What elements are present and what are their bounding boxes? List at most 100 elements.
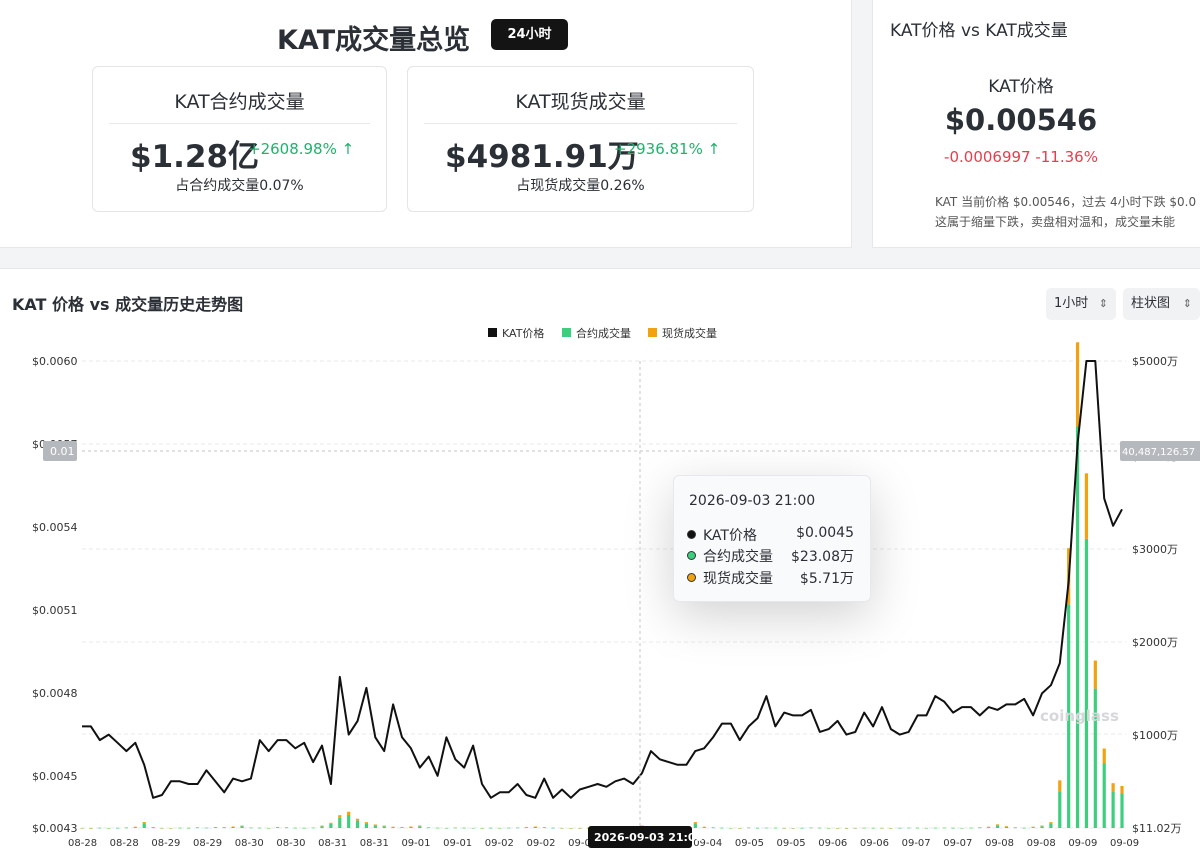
futures-share: 占合约成交量0.07% (175, 178, 304, 194)
tooltip-series-value: $0.0045 (796, 525, 854, 541)
spot-volume-bar (347, 811, 351, 815)
tooltip-series-name: 现货成交量 (703, 571, 773, 587)
futures-volume-bar (773, 827, 777, 829)
x-tick-label: 08-28 (68, 838, 97, 849)
futures-volume-bar (489, 828, 493, 829)
overview-title: KAT成交量总览 (277, 25, 471, 56)
futures-change-value: +2608.98% (248, 140, 337, 158)
futures-volume-bar (524, 827, 529, 828)
price-volume-chart[interactable]: $0.0060$0.0057$0.0054$0.0051$0.0048$0.00… (0, 269, 1200, 855)
spot-volume-bar (1058, 780, 1062, 792)
futures-volume-bar (382, 826, 386, 828)
futures-volume-bar (195, 827, 200, 829)
futures-volume-bar (204, 827, 209, 829)
x-tick-label: 08-30 (276, 838, 305, 849)
futures-volume-bar (151, 827, 155, 828)
futures-volume-bar (115, 828, 120, 829)
futures-volume-bar (329, 823, 333, 828)
price-panel-heading: KAT价格 vs KAT成交量 (890, 21, 1068, 41)
futures-volume-bar (702, 827, 706, 828)
x-tick-label: 08-31 (360, 838, 389, 849)
legend-swatch (562, 328, 571, 337)
futures-volume-bar (915, 827, 920, 829)
futures-volume-bar (951, 828, 955, 829)
x-tick-label: 08-31 (318, 838, 347, 849)
futures-volume-bar (311, 827, 315, 829)
x-tick-label: 09-08 (1027, 838, 1056, 849)
futures-volume-value: $1.28亿 (130, 139, 260, 175)
y-left-tick-label: $0.0043 (32, 822, 78, 835)
futures-volume-bar (1040, 826, 1044, 828)
x-tick-label: 09-06 (860, 838, 889, 849)
futures-volume-bar (551, 827, 555, 829)
futures-volume-bar (409, 826, 413, 828)
spot-volume-value: $4981.91万 (445, 139, 639, 175)
spot-volume-bar (382, 825, 386, 827)
chart-title: KAT 价格 vs 成交量历史走势图 (12, 295, 244, 314)
futures-volume-bar (1058, 791, 1062, 828)
futures-volume-bar (284, 827, 289, 829)
x-tick-label: 09-02 (485, 838, 514, 849)
dot-icon (687, 573, 696, 582)
y-right-tick-label: $2000万 (1132, 636, 1178, 649)
tooltip-series-name: 合约成交量 (703, 549, 773, 565)
chart-type-select[interactable]: 柱状图 ⇕ (1123, 288, 1200, 320)
spot-volume-bar (1040, 825, 1044, 827)
legend-swatch (648, 328, 657, 337)
volume-overview-panel: KAT成交量总览 24小时 KAT合约成交量 $1.28亿 +2608.98% … (0, 0, 852, 248)
futures-volume-bar (507, 827, 511, 829)
futures-volume-bar (1031, 827, 1035, 828)
futures-volume-bar (435, 827, 440, 829)
futures-volume-bar (1013, 827, 1017, 829)
futures-card-title: KAT合约成交量 (174, 91, 305, 113)
y-right-tick-label: $3000万 (1132, 543, 1178, 556)
interval-select[interactable]: 1小时 ⇕ (1046, 288, 1116, 320)
tooltip-row-futures: 合约成交量 $23.08万 (687, 546, 854, 566)
futures-volume-bar (995, 825, 1000, 828)
tooltip-series-value: $5.71万 (799, 571, 854, 587)
futures-volume-bar (533, 826, 537, 828)
chevron-updown-icon: ⇕ (1098, 297, 1108, 310)
crosshair-x-label: 2026-09-03 21:00 (594, 831, 704, 844)
futures-volume-bar (1111, 791, 1115, 828)
tooltip-series-name: KAT价格 (703, 528, 757, 544)
futures-volume-bar (427, 827, 431, 829)
y-right-tick-label: $1000万 (1132, 729, 1178, 742)
x-tick-label: 09-01 (401, 838, 430, 849)
x-tick-label: 09-01 (443, 838, 472, 849)
futures-volume-bar (320, 826, 324, 828)
legend-label: 合约成交量 (576, 326, 631, 340)
futures-volume-bar (800, 828, 804, 829)
futures-volume-bar (747, 827, 751, 829)
spot-volume-bar (355, 818, 360, 821)
futures-volume-bar (969, 827, 973, 829)
y-left-tick-label: $0.0048 (32, 687, 78, 700)
spot-volume-bar (373, 824, 377, 826)
y-left-tick-label: $0.0051 (32, 604, 78, 617)
futures-volume-bar (1084, 538, 1089, 828)
crosshair-y-right-label: 40,487,126.57 (1122, 447, 1195, 458)
futures-volume-bar (347, 814, 351, 828)
spot-volume-bar (693, 822, 697, 824)
futures-volume-bar (1120, 793, 1124, 828)
futures-volume-bar (907, 827, 911, 829)
futures-volume-bar (373, 825, 377, 828)
futures-volume-bar (542, 827, 546, 829)
futures-volume-bar (178, 827, 182, 829)
legend-swatch (488, 328, 497, 337)
futures-volume-bar (987, 827, 991, 828)
spot-volume-bar (1075, 342, 1080, 427)
spot-card-title: KAT现货成交量 (515, 91, 646, 113)
futures-volume-bar (240, 826, 244, 828)
x-tick-label: 08-29 (151, 838, 180, 849)
y-left-tick-label: $0.0060 (32, 355, 78, 368)
futures-volume-bar (231, 826, 235, 828)
futures-volume-bar (355, 820, 360, 828)
y-left-tick-label: $0.0054 (32, 521, 78, 534)
futures-volume-bar (418, 826, 422, 828)
futures-volume-bar (871, 828, 875, 829)
x-tick-label: 08-29 (193, 838, 222, 849)
interval-value: 1小时 (1054, 296, 1089, 311)
period-badge[interactable]: 24小时 (491, 19, 568, 50)
futures-volume-bar (711, 827, 715, 829)
